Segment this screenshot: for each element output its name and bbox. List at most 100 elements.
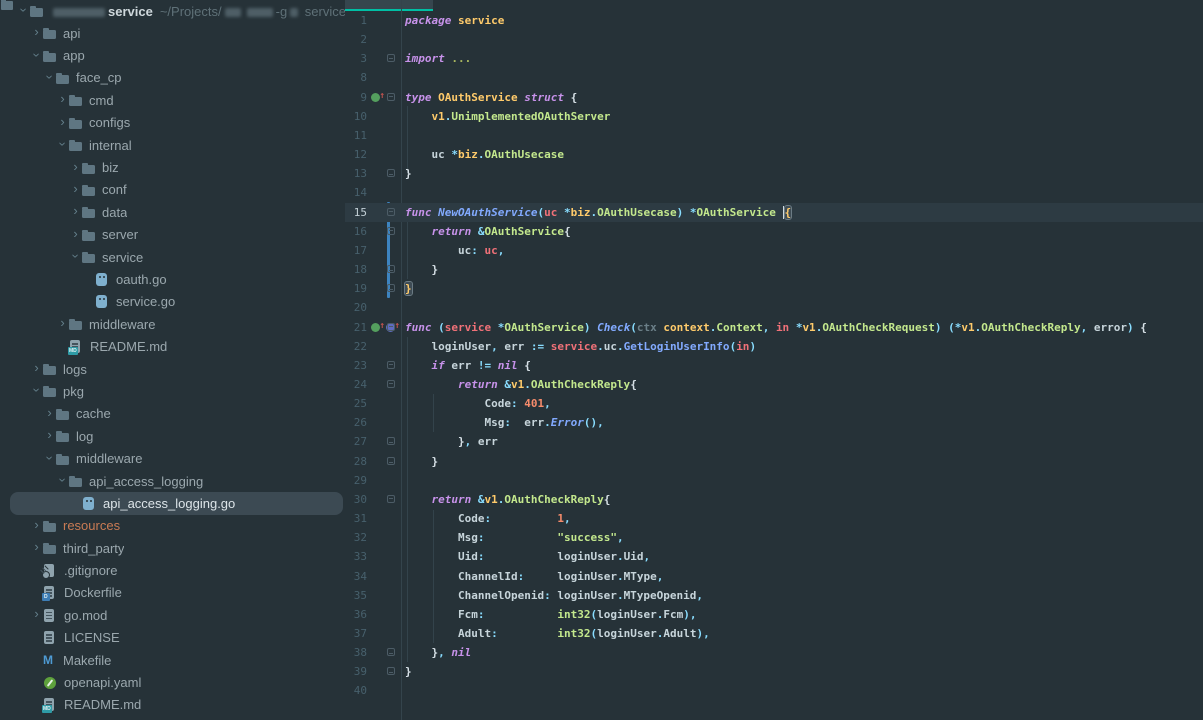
fold-end-marker[interactable]	[387, 284, 395, 292]
fold-end-marker[interactable]	[387, 648, 395, 656]
tree-item-makefile[interactable]: Makefile	[10, 649, 343, 671]
tree-item-server[interactable]: ›server	[10, 224, 343, 246]
tree-item-logs[interactable]: ›logs	[10, 358, 343, 380]
editor-tab-active[interactable]	[345, 0, 433, 11]
tree-item-cmd[interactable]: ›cmd	[10, 89, 343, 111]
tree-item-openapi-yaml[interactable]: openapi.yaml	[10, 671, 343, 693]
fold-end-marker[interactable]	[387, 667, 395, 675]
code-line-32[interactable]: 32 Msg: "success",	[345, 528, 1203, 547]
code-line-24[interactable]: 24 return &v1.OAuthCheckReply{	[345, 375, 1203, 394]
chevron-down-icon[interactable]: ›	[45, 451, 55, 464]
code-line-16[interactable]: 16 return &OAuthService{	[345, 222, 1203, 241]
tree-item-data[interactable]: ›data	[10, 201, 343, 223]
chevron-down-icon[interactable]: ›	[58, 474, 68, 487]
chevron-down-icon[interactable]: ›	[58, 138, 68, 151]
tree-item-conf[interactable]: ›conf	[10, 179, 343, 201]
chevron-right-icon[interactable]: ›	[56, 117, 69, 127]
fold-marker[interactable]	[387, 361, 395, 369]
code-line-14[interactable]: 14	[345, 183, 1203, 202]
code-line-21[interactable]: 21func (service *OAuthService) Check(ctx…	[345, 318, 1203, 337]
fold-marker[interactable]	[387, 227, 395, 235]
chevron-down-icon[interactable]: ›	[32, 384, 42, 397]
code-line-27[interactable]: 27 }, err	[345, 432, 1203, 451]
tree-item-dockerfile[interactable]: Dockerfile	[10, 582, 343, 604]
tree-item-biz[interactable]: ›biz	[10, 156, 343, 178]
code-line-18[interactable]: 18 }	[345, 260, 1203, 279]
code-line-37[interactable]: 37 Adult: int32(loginUser.Adult),	[345, 624, 1203, 643]
fold-marker[interactable]	[387, 380, 395, 388]
fold-marker[interactable]	[387, 54, 395, 62]
tree-item-go-mod[interactable]: ›go.mod	[10, 604, 343, 626]
code-line-13[interactable]: 13}	[345, 164, 1203, 183]
tree-item-api[interactable]: ›api	[10, 22, 343, 44]
code-line-3[interactable]: 3import ...	[345, 49, 1203, 68]
code-line-17[interactable]: 17 uc: uc,	[345, 241, 1203, 260]
tree-item-cache[interactable]: ›cache	[10, 403, 343, 425]
chevron-down-icon[interactable]: ›	[45, 70, 55, 83]
code-line-20[interactable]: 20	[345, 298, 1203, 317]
code-line-34[interactable]: 34 ChannelId: loginUser.MType,	[345, 567, 1203, 586]
chevron-right-icon[interactable]: ›	[43, 408, 56, 418]
chevron-right-icon[interactable]: ›	[30, 363, 43, 373]
code-line-36[interactable]: 36 Fcm: int32(loginUser.Fcm),	[345, 605, 1203, 624]
code-line-25[interactable]: 25 Code: 401,	[345, 394, 1203, 413]
chevron-down-icon[interactable]: ›	[19, 4, 29, 17]
code-line-30[interactable]: 30 return &v1.OAuthCheckReply{	[345, 490, 1203, 509]
code-line-38[interactable]: 38 }, nil	[345, 643, 1203, 662]
chevron-right-icon[interactable]: ›	[69, 229, 82, 239]
tree-item-internal[interactable]: ›internal	[10, 134, 343, 156]
code-line-35[interactable]: 35 ChannelOpenid: loginUser.MTypeOpenid,	[345, 586, 1203, 605]
fold-marker[interactable]	[387, 323, 395, 331]
chevron-right-icon[interactable]: ›	[69, 184, 82, 194]
tree-item-service[interactable]: ›service	[10, 246, 343, 268]
code-line-39[interactable]: 39}	[345, 662, 1203, 681]
implements-icon[interactable]	[371, 323, 380, 332]
tree-item-app[interactable]: ›app	[10, 44, 343, 66]
tree-item-third-party[interactable]: ›third_party	[10, 537, 343, 559]
code-line-23[interactable]: 23 if err != nil {	[345, 356, 1203, 375]
code-line-9[interactable]: 9type OAuthService struct {	[345, 88, 1203, 107]
chevron-right-icon[interactable]: ›	[56, 94, 69, 104]
fold-end-marker[interactable]	[387, 265, 395, 273]
code-line-26[interactable]: 26 Msg: err.Error(),	[345, 413, 1203, 432]
code-line-11[interactable]: 11	[345, 126, 1203, 145]
chevron-right-icon[interactable]: ›	[30, 520, 43, 530]
tree-item-readme-md[interactable]: README.md	[10, 335, 343, 357]
fold-marker[interactable]	[387, 93, 395, 101]
code-line-29[interactable]: 29	[345, 471, 1203, 490]
code-line-2[interactable]: 2	[345, 30, 1203, 49]
chevron-down-icon[interactable]: ›	[71, 250, 81, 263]
chevron-right-icon[interactable]: ›	[43, 430, 56, 440]
code-line-22[interactable]: 22 loginUser, err := service.uc.GetLogin…	[345, 337, 1203, 356]
fold-end-marker[interactable]	[387, 457, 395, 465]
tree-item-middleware[interactable]: ›middleware	[10, 447, 343, 469]
code-line-1[interactable]: 1package service	[345, 11, 1203, 30]
code-line-8[interactable]: 8	[345, 68, 1203, 87]
chevron-right-icon[interactable]: ›	[69, 162, 82, 172]
tree-item-oauth-go[interactable]: oauth.go	[10, 268, 343, 290]
chevron-down-icon[interactable]: ›	[32, 48, 42, 61]
tree-item-pkg[interactable]: ›pkg	[10, 380, 343, 402]
code-line-33[interactable]: 33 Uid: loginUser.Uid,	[345, 547, 1203, 566]
code-line-12[interactable]: 12 uc *biz.OAuthUsecase	[345, 145, 1203, 164]
tree-item-middleware[interactable]: ›middleware	[10, 313, 343, 335]
chevron-right-icon[interactable]: ›	[30, 27, 43, 37]
tree-item-api-access-logging-go[interactable]: api_access_logging.go	[10, 492, 343, 514]
code-line-19[interactable]: 19}	[345, 279, 1203, 298]
tree-item-configs[interactable]: ›configs	[10, 112, 343, 134]
code-line-15[interactable]: 15func NewOAuthService(uc *biz.OAuthUsec…	[345, 203, 1203, 222]
tree-item-service-go[interactable]: service.go	[10, 291, 343, 313]
fold-end-marker[interactable]	[387, 437, 395, 445]
fold-end-marker[interactable]	[387, 169, 395, 177]
code-line-10[interactable]: 10 v1.UnimplementedOAuthServer	[345, 107, 1203, 126]
tree-item-readme-md[interactable]: README.md	[10, 694, 343, 716]
chevron-right-icon[interactable]: ›	[56, 318, 69, 328]
fold-marker[interactable]	[387, 495, 395, 503]
tree-item-log[interactable]: ›log	[10, 425, 343, 447]
tree-item--gitignore[interactable]: .gitignore	[10, 559, 343, 581]
project-root-row[interactable]: › service ~/Projects/-g service	[0, 0, 345, 22]
fold-marker[interactable]	[387, 208, 395, 216]
implements-icon[interactable]	[371, 93, 380, 102]
chevron-right-icon[interactable]: ›	[30, 609, 43, 619]
code-line-31[interactable]: 31 Code: 1,	[345, 509, 1203, 528]
